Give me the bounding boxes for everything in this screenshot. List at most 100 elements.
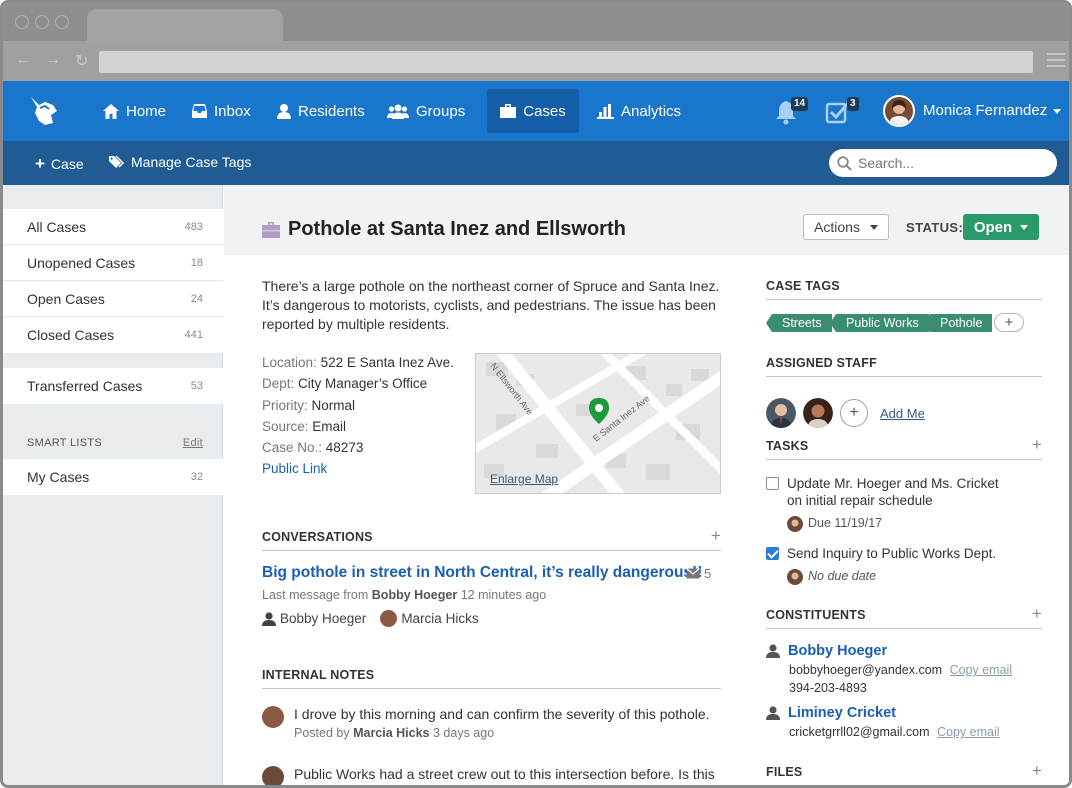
smart-lists-group: My Cases 32 xyxy=(3,459,223,495)
browser-nav-arrows: ← → ↻ xyxy=(15,51,88,71)
nav-residents[interactable]: Residents xyxy=(267,89,375,133)
sidebar-item-label: Open Cases xyxy=(27,290,105,307)
minimize-window-button[interactable] xyxy=(35,15,49,29)
plus-icon: + xyxy=(35,154,45,173)
manage-case-tags-button[interactable]: Manage Case Tags xyxy=(109,154,251,170)
inbox-icon xyxy=(192,104,207,118)
copy-email-link[interactable]: Copy email xyxy=(937,725,1000,739)
add-tag-button[interactable]: + xyxy=(994,313,1024,332)
browser-menu-icon[interactable] xyxy=(1047,53,1065,67)
nav-groups[interactable]: Groups xyxy=(377,89,475,133)
copy-email-link[interactable]: Copy email xyxy=(950,663,1013,677)
task-text-line2: on initial repair schedule xyxy=(787,493,933,508)
chevron-down-icon xyxy=(1020,224,1029,230)
close-window-button[interactable] xyxy=(15,15,29,29)
note-time: 3 days ago xyxy=(433,726,495,740)
avatar[interactable] xyxy=(766,398,796,428)
actions-dropdown[interactable]: Actions xyxy=(803,214,889,240)
sidebar-item-label: All Cases xyxy=(27,218,87,235)
sidebar-item-unopened-cases[interactable]: Unopened Cases 18 xyxy=(3,245,223,281)
constituent-phone: 394-203-4893 xyxy=(789,681,867,695)
add-task-plus-icon[interactable]: + xyxy=(1032,435,1042,455)
avatar xyxy=(787,515,803,532)
detail-value: 48273 xyxy=(325,440,364,456)
section-title: ASSIGNED STAFF xyxy=(766,356,877,370)
avatar xyxy=(262,706,284,728)
avatar xyxy=(380,610,398,627)
conversation-title-link[interactable]: Big pothole in street in North Central, … xyxy=(262,564,702,582)
user-menu[interactable]: Monica Fernandez xyxy=(923,102,1062,119)
note-item: I drove by this morning and can confirm … xyxy=(262,706,710,740)
participant[interactable]: Marcia Hicks xyxy=(380,610,479,627)
constituents-heading: CONSTITUENTS + xyxy=(766,604,1042,629)
task-checkbox[interactable] xyxy=(766,477,779,490)
wolf-logo-icon[interactable] xyxy=(23,91,63,131)
case-tag[interactable]: Public Works xyxy=(830,314,929,332)
nav-inbox[interactable]: Inbox xyxy=(182,89,261,133)
case-list-sidebar: All Cases 483 Unopened Cases 18 Open Cas… xyxy=(3,185,223,785)
user-avatar[interactable] xyxy=(883,95,915,127)
add-staff-button[interactable]: + xyxy=(840,399,868,427)
note-posted-prefix: Posted by xyxy=(294,726,350,740)
files-heading: FILES + xyxy=(766,761,1042,785)
constituent-name-link[interactable]: Bobby Hoeger xyxy=(766,643,887,659)
edit-smart-lists-link[interactable]: Edit xyxy=(183,437,203,449)
participant[interactable]: Bobby Hoeger xyxy=(262,611,366,626)
constituent-name-link[interactable]: Liminey Cricket xyxy=(766,705,896,721)
smart-lists-label: SMART LISTS xyxy=(27,437,103,449)
nav-home[interactable]: Home xyxy=(93,89,176,133)
avatar[interactable] xyxy=(803,398,833,428)
forward-arrow-icon[interactable]: → xyxy=(45,51,61,71)
back-arrow-icon[interactable]: ← xyxy=(15,51,31,71)
constituent-email-row: bobbyhoeger@yandex.com Copy email xyxy=(789,663,1012,677)
case-tags-heading: CASE TAGS xyxy=(766,279,1042,300)
constituent-email: bobbyhoeger@yandex.com xyxy=(789,663,943,677)
group-icon xyxy=(387,104,409,119)
section-title: TASKS xyxy=(766,439,809,453)
section-title: CONVERSATIONS xyxy=(262,530,373,544)
task-item: Update Mr. Hoeger and Ms. Cricket on ini… xyxy=(766,475,999,532)
new-case-button[interactable]: + Case xyxy=(35,154,84,174)
person-icon xyxy=(766,706,780,720)
detail-key: Case No.: xyxy=(262,440,323,456)
nav-analytics[interactable]: Analytics xyxy=(587,89,691,133)
sidebar-item-closed-cases[interactable]: Closed Cases 441 xyxy=(3,317,223,353)
reload-icon[interactable]: ↻ xyxy=(75,51,88,71)
briefcase-icon xyxy=(500,104,517,118)
assigned-staff-heading: ASSIGNED STAFF xyxy=(766,356,1042,377)
sidebar-item-transferred-cases[interactable]: Transferred Cases 53 xyxy=(3,368,223,404)
search-input[interactable] xyxy=(858,155,1038,171)
case-tag[interactable]: Streets xyxy=(766,314,832,332)
sidebar-item-label: Transferred Cases xyxy=(27,378,143,394)
public-link[interactable]: Public Link xyxy=(262,461,327,476)
location-map[interactable]: N Ellsworth Ave E Santa Inez Ave Enlarge… xyxy=(475,353,721,494)
nav-cases-label: Cases xyxy=(523,102,566,120)
maximize-window-button[interactable] xyxy=(55,15,69,29)
sidebar-item-my-cases[interactable]: My Cases 32 xyxy=(3,459,223,495)
sidebar-item-count: 53 xyxy=(190,380,203,392)
constituent-name: Liminey Cricket xyxy=(788,705,896,721)
note-text: Public Works had a street crew out to th… xyxy=(294,766,715,782)
actions-label: Actions xyxy=(814,219,860,235)
case-tag[interactable]: Pothole xyxy=(923,314,993,332)
nav-cases[interactable]: Cases xyxy=(487,89,579,133)
task-due-date: No due date xyxy=(808,569,877,583)
sidebar-item-all-cases[interactable]: All Cases 483 xyxy=(3,209,223,245)
case-header: Pothole at Santa Inez and Ellsworth Acti… xyxy=(224,185,1069,255)
status-dropdown[interactable]: Open xyxy=(963,214,1039,240)
detail-dept: Dept: City Manager’s Office xyxy=(262,373,454,394)
browser-tab[interactable] xyxy=(87,9,283,43)
app-window: ← → ↻ Home Inbox Residents Groups Cases … xyxy=(0,0,1072,788)
chevron-down-icon xyxy=(869,224,878,230)
enlarge-map-link[interactable]: Enlarge Map xyxy=(490,472,558,486)
task-due: Due 11/19/17 xyxy=(787,515,999,532)
add-conversation-plus-icon[interactable]: + xyxy=(711,526,721,546)
add-constituent-plus-icon[interactable]: + xyxy=(1032,604,1042,624)
case-description: There’s a large pothole on the northeast… xyxy=(262,278,720,332)
url-bar[interactable] xyxy=(99,51,1033,73)
add-file-plus-icon[interactable]: + xyxy=(1032,761,1042,781)
detail-value: City Manager’s Office xyxy=(298,376,428,392)
sidebar-item-open-cases[interactable]: Open Cases 24 xyxy=(3,281,223,317)
task-checkbox[interactable] xyxy=(766,547,779,560)
add-me-link[interactable]: Add Me xyxy=(880,406,925,421)
